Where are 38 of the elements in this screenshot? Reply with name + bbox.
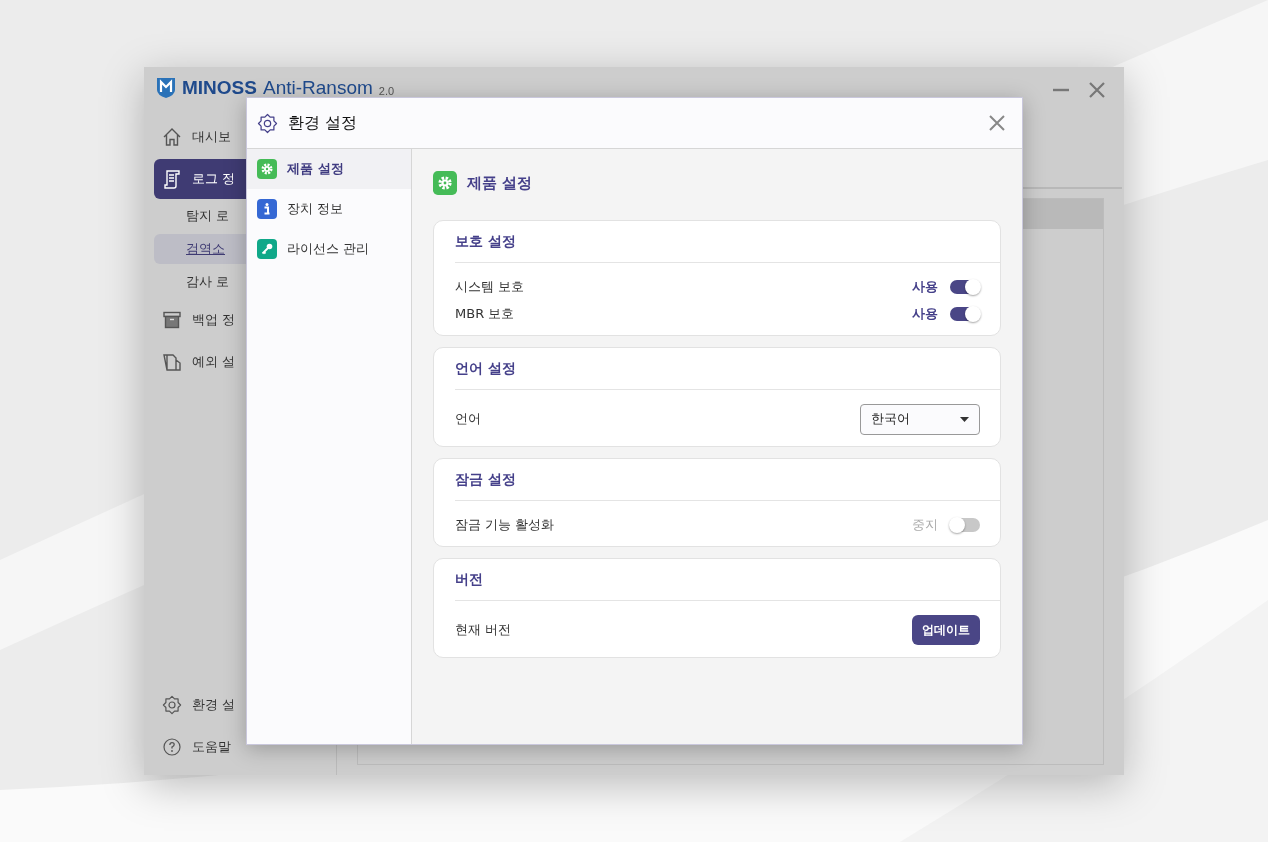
gear-icon	[433, 171, 457, 195]
shield-logo-icon	[156, 77, 176, 99]
caret-icon	[960, 416, 969, 422]
scroll-icon	[162, 169, 182, 189]
toggle-state-label: 중지	[912, 515, 938, 534]
page-title: 제품 설정	[467, 173, 533, 193]
setting-label: 잠금 기능 활성화	[455, 515, 556, 534]
info-icon	[257, 199, 277, 219]
toggle-switch[interactable]	[950, 306, 980, 321]
section-title: 언어 설정	[455, 359, 516, 378]
documents-icon	[162, 352, 182, 372]
close-icon[interactable]	[1088, 81, 1106, 99]
gear-icon	[257, 159, 277, 179]
section-title: 버전	[455, 570, 483, 589]
section-title: 잠금 설정	[455, 470, 516, 489]
setting-label: 언어	[455, 410, 482, 428]
archive-box-icon	[162, 310, 182, 330]
app-version: 2.0	[378, 85, 395, 97]
settings-icon	[162, 695, 182, 715]
section-title: 보호 설정	[455, 232, 516, 251]
app-product-name: Anti-Ransom	[262, 77, 373, 99]
toggle-switch[interactable]	[950, 517, 980, 532]
help-icon	[162, 737, 182, 757]
settings-nav-item[interactable]: 제품 설정	[247, 149, 411, 189]
dialog-title: 환경 설정	[288, 112, 358, 134]
setting-label: MBR 보호	[455, 304, 516, 323]
toggle-switch[interactable]	[950, 279, 980, 294]
close-icon[interactable]	[988, 114, 1006, 132]
app-brand: MINOSS	[182, 77, 257, 99]
update-button[interactable]: 업데이트	[912, 615, 980, 645]
toggle-state-label: 사용	[912, 277, 938, 296]
toggle-state-label: 사용	[912, 304, 938, 323]
settings-icon	[257, 112, 278, 134]
language-dropdown[interactable]: 한국어	[860, 403, 980, 435]
setting-label: 현재 버전	[455, 621, 513, 639]
home-icon	[162, 127, 182, 147]
key-icon	[257, 239, 277, 259]
setting-label: 시스템 보호	[455, 277, 526, 296]
